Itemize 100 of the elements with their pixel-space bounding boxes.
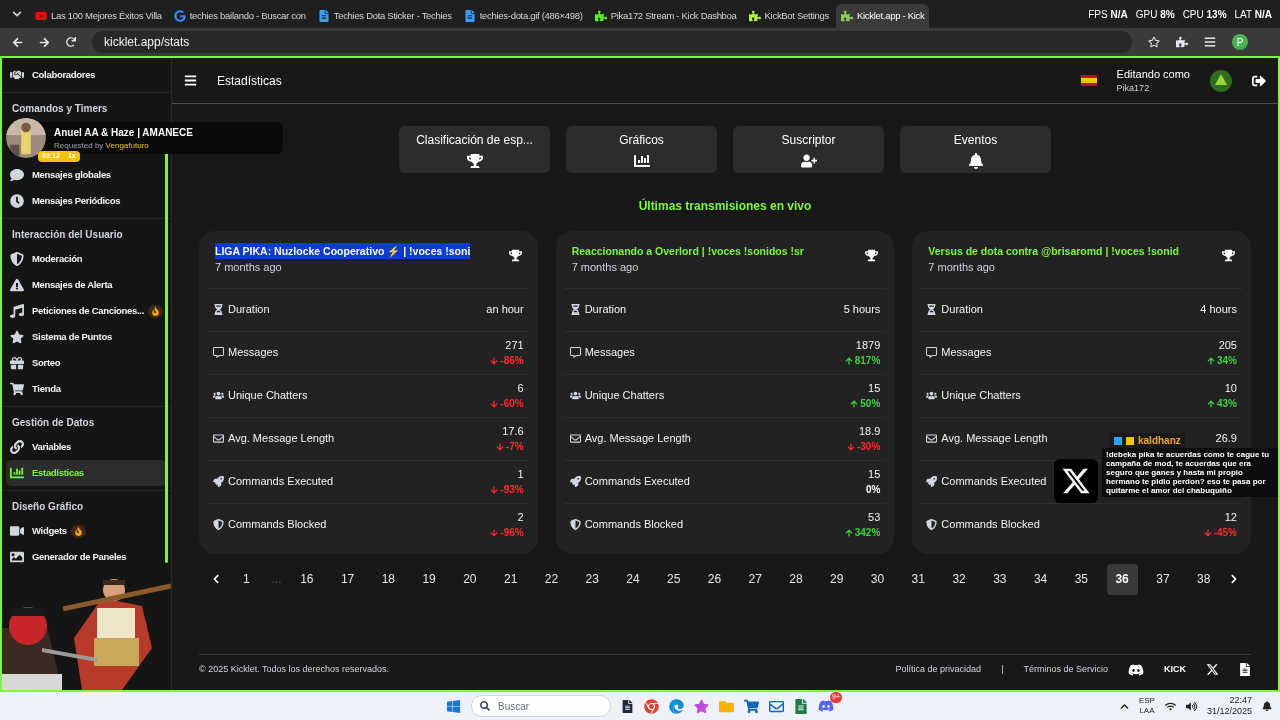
sidebar-item[interactable]: Tienda <box>6 376 167 402</box>
metric-value: 5 hours <box>843 302 881 318</box>
sidebar-item[interactable]: Widgets <box>6 518 167 544</box>
metric-label: Avg. Message Length <box>228 431 335 447</box>
clock-time[interactable]: 22:47 <box>1229 695 1252 706</box>
browser-tab[interactable]: techies bailando - Buscar con <box>168 4 311 28</box>
stats-nav-button[interactable]: Eventos <box>900 126 1051 173</box>
taskbar-search-field[interactable]: Buscar <box>471 695 611 717</box>
metric-change: 43% <box>1216 397 1237 412</box>
page-button[interactable]: 29 <box>821 563 853 595</box>
tab-title: techies-dota.gif (486×498) <box>479 8 583 23</box>
sidebar-item[interactable]: Mensajes Periódicos <box>6 188 167 214</box>
sidebar-item[interactable]: Estadísticas <box>6 460 167 486</box>
metric-value: 15 <box>868 466 881 482</box>
metric-change: -30% <box>856 440 881 455</box>
browser-tab[interactable]: Kicklet.app - Kick <box>835 4 930 28</box>
metric-change: -96% <box>500 526 524 541</box>
page-button[interactable]: 24 <box>617 563 649 595</box>
browser-tab[interactable]: techies-dota.gif (486×498) <box>458 4 588 28</box>
sidebar-item[interactable]: Variables <box>6 434 167 460</box>
terms-link[interactable]: Términos de Servicio <box>1023 662 1108 677</box>
sidebar-item[interactable]: Moderación <box>6 246 167 272</box>
section-heading: Comandos y Timers <box>12 102 108 116</box>
requested-by-text: Requested by Vengafuturo <box>54 139 150 152</box>
tab-title: Kicklet.app - Kick <box>856 8 925 23</box>
metric-change: -7% <box>505 440 524 455</box>
performance-stat: CPU 13% <box>1182 7 1227 22</box>
metric-value: 18.9 <box>858 423 881 439</box>
performance-stat: LAT N/A <box>1234 7 1272 22</box>
metric-change: 34% <box>1216 354 1237 369</box>
metric-change: -86% <box>500 354 524 369</box>
metric-value: 12 <box>1224 509 1237 525</box>
page-button[interactable]: 37 <box>1147 563 1179 595</box>
browser-tab[interactable]: Pika172 Stream - Kick Dashboa <box>589 4 742 28</box>
page-button[interactable]: 27 <box>739 563 771 595</box>
page-button[interactable]: 18 <box>372 563 404 595</box>
page-button[interactable]: 23 <box>576 563 608 595</box>
page-button[interactable]: 30 <box>862 563 894 595</box>
sidebar-item[interactable]: Colaboradores <box>6 62 167 88</box>
tab-title: KickBot Settings <box>764 8 829 23</box>
browser-tab[interactable]: Las 100 Mejores Éxitos Villa <box>30 4 167 28</box>
stats-nav-button[interactable]: Gráficos <box>566 126 717 173</box>
metric-label: Commands Executed <box>228 474 334 490</box>
copyright-text: © 2025 Kicklet. Todos los derechos reservados. <box>199 662 391 676</box>
language-indicator[interactable]: LAA <box>1139 706 1155 716</box>
sidebar-item[interactable]: Mensajes de Alerta <box>6 272 167 298</box>
page-button[interactable]: 34 <box>1025 563 1057 595</box>
page-button[interactable]: 20 <box>454 563 486 595</box>
page-button[interactable]: 28 <box>780 563 812 595</box>
page-button[interactable]: 16 <box>291 563 323 595</box>
editing-label: Editando como <box>1116 66 1190 82</box>
page-button[interactable]: 1 <box>230 563 262 595</box>
metric-label: Unique Chatters <box>584 388 665 404</box>
metric-value: 53 <box>868 509 881 525</box>
metric-value: 2 <box>517 509 524 525</box>
metric-label: Messages <box>941 345 992 361</box>
page-button[interactable]: 33 <box>984 563 1016 595</box>
stats-nav-button[interactable]: Clasificación de esp... <box>399 126 550 173</box>
metric-change: -93% <box>500 483 524 498</box>
page-button[interactable]: 17 <box>332 563 364 595</box>
page-button[interactable]: 31 <box>902 563 934 595</box>
stream-age: 7 months ago <box>928 260 996 275</box>
browser-tab[interactable]: KickBot Settings <box>743 4 834 28</box>
metric-value: 10 <box>1224 380 1237 396</box>
page-button[interactable]: 25 <box>658 563 690 595</box>
link-separator: | <box>1001 662 1004 676</box>
page-button[interactable]: 32 <box>943 563 975 595</box>
language-indicator[interactable]: ESP <box>1138 696 1155 706</box>
browser-tab[interactable]: Techies Dota Sticker - Techies <box>312 4 457 28</box>
metric-label: Duration <box>584 302 627 318</box>
sidebar-item[interactable]: Peticiones de Canciones... <box>6 298 167 324</box>
metric-value: 26.9 <box>1215 431 1237 447</box>
metric-change: 0% <box>865 483 881 498</box>
page-button[interactable]: 21 <box>495 563 527 595</box>
page-button[interactable]: 19 <box>413 563 445 595</box>
sidebar-item[interactable]: Sistema de Puntos <box>6 324 167 350</box>
kick-logo[interactable]: KICK <box>1164 662 1186 677</box>
sidebar-item[interactable]: Sorteo <box>6 350 167 376</box>
metric-label: Unique Chatters <box>228 388 308 404</box>
page-button[interactable]: 35 <box>1065 563 1097 595</box>
metric-value: 205 <box>1218 337 1237 353</box>
tab-title: Techies Dota Sticker - Techies <box>333 8 452 23</box>
sidebar-item[interactable]: Generador de Paneles <box>6 544 167 570</box>
tab-title: techies bailando - Buscar con <box>189 8 306 23</box>
sidebar-item[interactable]: Mensajes globales <box>6 162 167 188</box>
username: Pika172 <box>1116 82 1151 95</box>
page-button[interactable]: 22 <box>535 563 567 595</box>
page-button[interactable]: 38 <box>1188 563 1220 595</box>
metric-value: 6 <box>517 380 524 396</box>
privacy-link[interactable]: Política de privacidad <box>895 662 982 677</box>
song-title: Anuel AA & Haze | AMANECE <box>54 125 193 140</box>
metric-value: 1879 <box>855 337 881 353</box>
address-bar[interactable]: kicklet.app/stats <box>92 31 1132 53</box>
metric-change: -45% <box>1213 526 1237 541</box>
page-button[interactable]: 26 <box>698 563 730 595</box>
metric-label: Duration <box>228 302 270 318</box>
metric-value: 1 <box>517 466 524 482</box>
clock-date[interactable]: 31/12/2025 <box>1206 706 1252 717</box>
stats-nav-button[interactable]: Suscriptor <box>733 126 884 173</box>
page-button[interactable]: 36 <box>1106 563 1138 595</box>
